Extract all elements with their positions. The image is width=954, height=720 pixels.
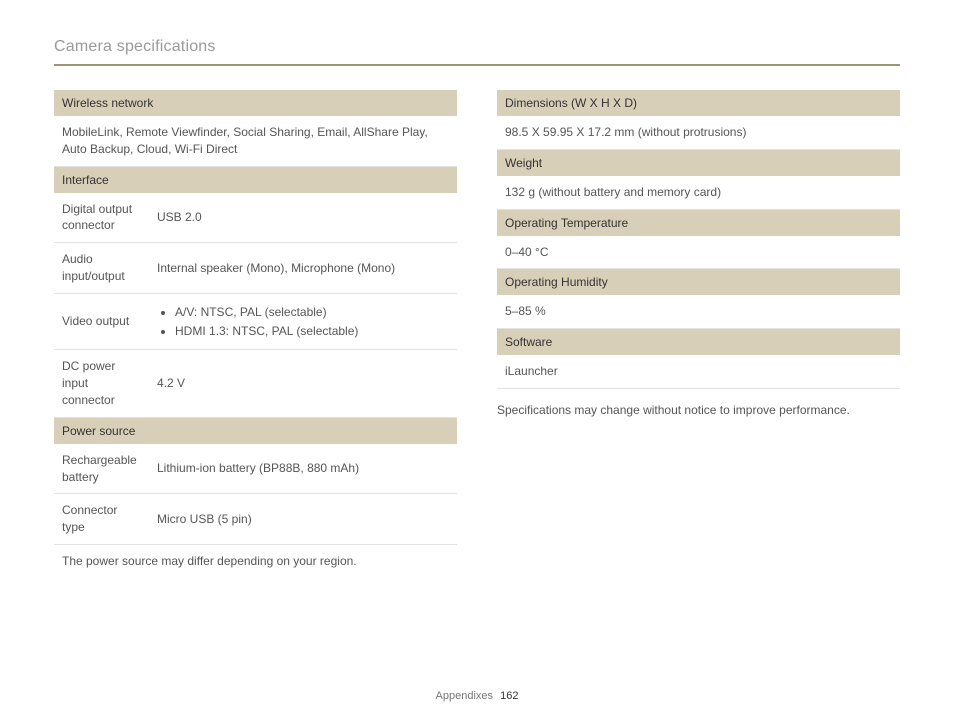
right-column: Dimensions (W X H X D) 98.5 X 59.95 X 17… <box>497 90 900 578</box>
section-header: Weight <box>497 149 900 176</box>
spec-value: iLauncher <box>497 355 900 388</box>
spec-label: Audio input/output <box>54 243 149 294</box>
section-header: Power source <box>54 417 457 444</box>
spec-value: USB 2.0 <box>149 193 457 243</box>
spec-table-left: Wireless network MobileLink, Remote View… <box>54 90 457 578</box>
spec-value: Lithium-ion battery (BP88B, 880 mAh) <box>149 444 457 494</box>
spec-value: 5–85 % <box>497 295 900 328</box>
section-header: Operating Temperature <box>497 209 900 236</box>
spec-value: MobileLink, Remote Viewfinder, Social Sh… <box>54 116 457 166</box>
footer-section: Appendixes <box>436 690 494 702</box>
section-header: Software <box>497 329 900 356</box>
section-header: Wireless network <box>54 90 457 116</box>
list-item: HDMI 1.3: NTSC, PAL (selectable) <box>175 323 449 340</box>
section-header: Operating Humidity <box>497 269 900 296</box>
section-note: The power source may differ depending on… <box>54 544 457 577</box>
left-column: Wireless network MobileLink, Remote View… <box>54 90 457 578</box>
footnote: Specifications may change without notice… <box>497 403 900 417</box>
section-header: Dimensions (W X H X D) <box>497 90 900 116</box>
page-title: Camera specifications <box>54 38 900 56</box>
section-header: Interface <box>54 166 457 193</box>
page-footer: Appendixes 162 <box>0 690 954 702</box>
spec-label: Digital output connector <box>54 193 149 243</box>
footer-page-number: 162 <box>500 690 518 702</box>
spec-value: A/V: NTSC, PAL (selectable) HDMI 1.3: NT… <box>149 293 457 350</box>
list-item: A/V: NTSC, PAL (selectable) <box>175 304 449 321</box>
spec-value: Internal speaker (Mono), Microphone (Mon… <box>149 243 457 294</box>
spec-value: 0–40 °C <box>497 236 900 269</box>
spec-label: Connector type <box>54 494 149 545</box>
spec-label: Video output <box>54 293 149 350</box>
spec-label: Rechargeable battery <box>54 444 149 494</box>
spec-table-right: Dimensions (W X H X D) 98.5 X 59.95 X 17… <box>497 90 900 389</box>
spec-label: DC power input connector <box>54 350 149 417</box>
spec-value: 4.2 V <box>149 350 457 417</box>
spec-value: 98.5 X 59.95 X 17.2 mm (without protrusi… <box>497 116 900 149</box>
spec-value: Micro USB (5 pin) <box>149 494 457 545</box>
title-rule <box>54 64 900 66</box>
spec-value: 132 g (without battery and memory card) <box>497 176 900 209</box>
